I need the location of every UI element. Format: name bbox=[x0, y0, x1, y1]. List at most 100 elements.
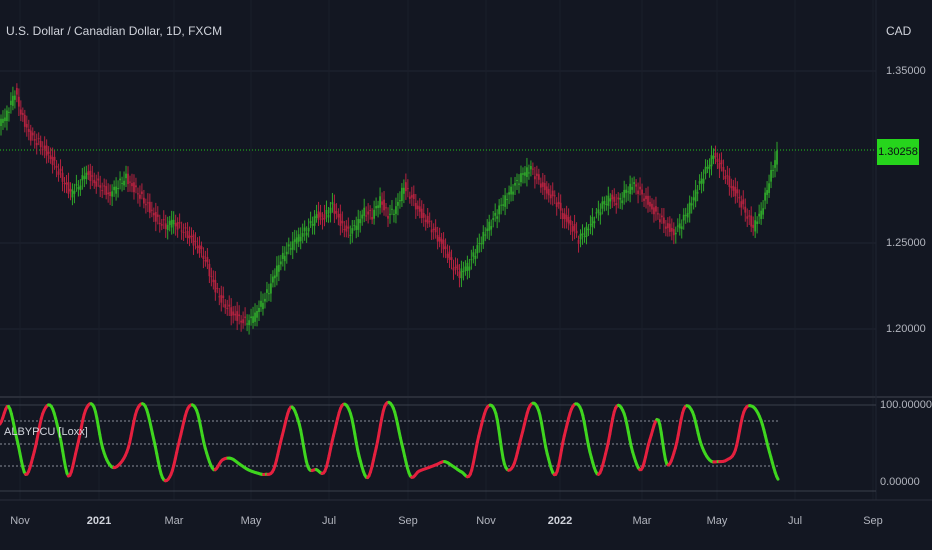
time-axis-label: Mar bbox=[632, 515, 652, 527]
candle-body bbox=[660, 215, 663, 218]
candle-body bbox=[361, 214, 364, 219]
candle-body bbox=[387, 215, 389, 219]
candle-body bbox=[345, 225, 348, 232]
candle-body bbox=[65, 182, 68, 185]
candle-body bbox=[363, 207, 366, 216]
candle-body bbox=[402, 187, 405, 194]
candle-body bbox=[240, 320, 243, 323]
candle-body bbox=[264, 298, 266, 302]
candle-body bbox=[498, 205, 501, 215]
candle-body bbox=[444, 246, 447, 250]
candle-body bbox=[45, 145, 48, 156]
candle-body bbox=[297, 234, 300, 242]
candle-body bbox=[162, 219, 165, 221]
indicator-name[interactable]: ALBYPCU [Loxx] bbox=[4, 426, 88, 438]
candle-body bbox=[85, 172, 88, 180]
candle-body bbox=[454, 266, 457, 268]
candle-body bbox=[617, 197, 620, 200]
candle-body bbox=[393, 213, 395, 215]
candle-body bbox=[732, 185, 735, 191]
time-axis-label: Nov bbox=[10, 515, 30, 527]
candle-body bbox=[774, 160, 776, 168]
candle-body bbox=[470, 259, 473, 261]
candle-body bbox=[635, 184, 637, 187]
candle-body bbox=[39, 140, 42, 148]
candle-body bbox=[83, 176, 86, 179]
candle-body bbox=[575, 230, 578, 234]
candle-body bbox=[343, 228, 346, 230]
candle-body bbox=[734, 186, 737, 197]
candle-body bbox=[79, 185, 82, 191]
candle-body bbox=[573, 223, 576, 231]
candle-body bbox=[760, 210, 763, 219]
candle-body bbox=[192, 234, 195, 246]
candle-body bbox=[674, 232, 677, 235]
candle-body bbox=[327, 214, 330, 218]
candle-body bbox=[67, 182, 70, 194]
candle-body bbox=[432, 228, 435, 231]
candle-body bbox=[659, 219, 661, 223]
candle-body bbox=[123, 180, 125, 186]
candle-body bbox=[29, 130, 32, 141]
candle-body bbox=[591, 216, 594, 228]
candle-body bbox=[639, 186, 641, 190]
candle-body bbox=[309, 221, 312, 224]
candle-body bbox=[436, 235, 439, 242]
candle-body bbox=[589, 224, 592, 226]
currency-label: CAD bbox=[886, 24, 912, 38]
candle-body bbox=[339, 213, 342, 226]
candle-body bbox=[178, 222, 181, 224]
candle-body bbox=[299, 236, 302, 242]
candle-body bbox=[581, 233, 584, 236]
candle-body bbox=[672, 229, 675, 236]
candle-body bbox=[607, 195, 610, 206]
candle-body bbox=[37, 138, 40, 140]
candle-body bbox=[41, 149, 44, 151]
price-gridlines bbox=[0, 0, 876, 500]
candle-body bbox=[488, 221, 491, 231]
candle-body bbox=[87, 171, 90, 175]
candle-body bbox=[553, 195, 556, 197]
candle-body bbox=[399, 200, 401, 202]
candle-body bbox=[101, 190, 104, 192]
candle-body bbox=[371, 217, 374, 220]
candle-body bbox=[496, 216, 499, 219]
candle-body bbox=[651, 203, 653, 210]
candle-body bbox=[545, 186, 548, 194]
candle-body bbox=[736, 189, 739, 194]
candle-body bbox=[254, 312, 256, 322]
candle-body bbox=[188, 235, 191, 239]
candle-body bbox=[277, 264, 280, 272]
candle-body bbox=[252, 316, 254, 323]
candle-body bbox=[567, 216, 570, 224]
candle-body bbox=[543, 183, 546, 191]
chart-canvas[interactable] bbox=[0, 0, 932, 550]
candle-body bbox=[426, 215, 429, 224]
candle-body bbox=[422, 212, 425, 218]
candle-body bbox=[23, 114, 26, 127]
time-axis-label: Sep bbox=[398, 515, 418, 527]
candle-body bbox=[117, 188, 119, 190]
candle-body bbox=[726, 175, 729, 177]
candle-body bbox=[649, 201, 651, 207]
symbol-title[interactable]: U.S. Dollar / Canadian Dollar, 1D, FXCM bbox=[6, 24, 222, 38]
candle-body bbox=[418, 206, 421, 212]
candle-body bbox=[49, 155, 52, 160]
candle-body bbox=[712, 155, 715, 159]
price-axis-label: 1.20000 bbox=[886, 323, 926, 335]
candle-body bbox=[139, 194, 141, 199]
candle-body bbox=[154, 212, 157, 222]
osc-segment bbox=[775, 474, 780, 481]
candle-body bbox=[706, 166, 709, 169]
candle-body bbox=[530, 166, 532, 170]
candle-body bbox=[313, 216, 316, 226]
candle-body bbox=[91, 175, 94, 177]
candle-body bbox=[236, 311, 239, 321]
candle-body bbox=[12, 95, 14, 106]
candle-body bbox=[214, 280, 217, 293]
candle-body bbox=[524, 172, 526, 176]
candle-body bbox=[414, 202, 417, 210]
candle-body bbox=[355, 225, 358, 231]
candle-body bbox=[305, 232, 308, 236]
candle-body bbox=[166, 224, 169, 231]
